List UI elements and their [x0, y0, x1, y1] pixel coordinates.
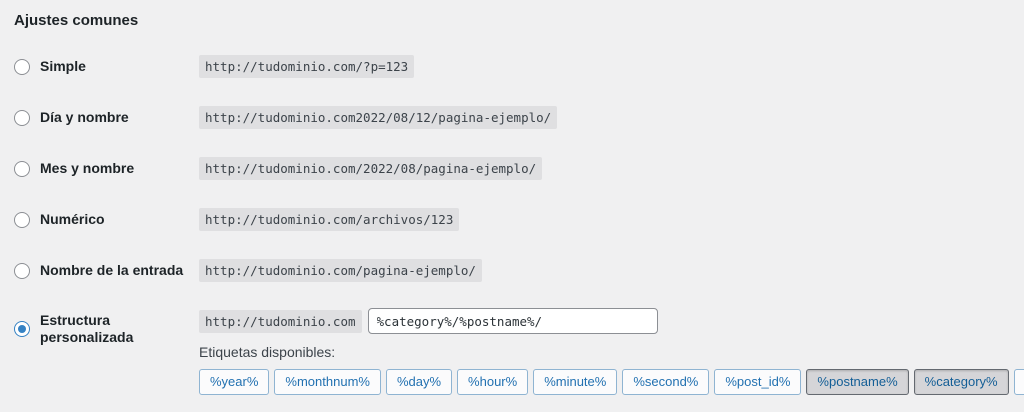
option-label-simple[interactable]: Simple	[40, 58, 86, 75]
tag-button-year[interactable]: %year%	[199, 369, 269, 395]
tag-button-category[interactable]: %category%	[914, 369, 1009, 395]
radio-button-day-name[interactable]	[14, 110, 30, 126]
available-tags-label: Etiquetas disponibles:	[199, 344, 1024, 360]
tag-button-postname[interactable]: %postname%	[806, 369, 908, 395]
option-month-name: Mes y nombre	[14, 160, 199, 177]
permalink-option-custom-structure: Estructura personalizada http://tudomini…	[14, 308, 1010, 395]
radio-button-post-name[interactable]	[14, 263, 30, 279]
radio-button-custom-structure[interactable]	[14, 321, 30, 337]
option-label-numeric[interactable]: Numérico	[40, 211, 105, 228]
permalink-option-month-name: Mes y nombre http://tudominio.com/2022/0…	[14, 157, 1010, 180]
radio-button-month-name[interactable]	[14, 161, 30, 177]
radio-button-simple[interactable]	[14, 59, 30, 75]
option-day-name: Día y nombre	[14, 109, 199, 126]
permalink-option-post-name: Nombre de la entrada http://tudominio.co…	[14, 259, 1010, 282]
available-tags-list: %year% %monthnum% %day% %hour% %minute% …	[199, 369, 1024, 395]
permalink-example-day-name: http://tudominio.com2022/08/12/pagina-ej…	[199, 106, 557, 129]
custom-structure-input[interactable]	[368, 308, 658, 334]
option-label-custom-structure[interactable]: Estructura personalizada	[40, 312, 199, 346]
permalink-option-simple: Simple http://tudominio.com/?p=123	[14, 55, 1010, 78]
permalink-settings-section: Ajustes comunes Simple http://tudominio.…	[0, 0, 1024, 412]
tag-button-day[interactable]: %day%	[386, 369, 452, 395]
tag-button-post-id[interactable]: %post_id%	[714, 369, 801, 395]
option-custom-structure: Estructura personalizada	[14, 312, 199, 346]
option-label-post-name[interactable]: Nombre de la entrada	[40, 262, 183, 279]
option-numeric: Numérico	[14, 211, 199, 228]
custom-structure-content: http://tudominio.com Etiquetas disponibl…	[199, 308, 1024, 395]
tag-button-author[interactable]: %author%	[1014, 369, 1024, 395]
option-simple: Simple	[14, 58, 199, 75]
tag-button-hour[interactable]: %hour%	[457, 369, 528, 395]
permalink-option-numeric: Numérico http://tudominio.com/archivos/1…	[14, 208, 1010, 231]
section-heading: Ajustes comunes	[14, 12, 1010, 30]
radio-button-numeric[interactable]	[14, 212, 30, 228]
tag-button-minute[interactable]: %minute%	[533, 369, 617, 395]
option-label-month-name[interactable]: Mes y nombre	[40, 160, 134, 177]
permalink-example-month-name: http://tudominio.com/2022/08/pagina-ejem…	[199, 157, 542, 180]
permalink-example-post-name: http://tudominio.com/pagina-ejemplo/	[199, 259, 482, 282]
tag-button-second[interactable]: %second%	[622, 369, 709, 395]
tag-button-monthnum[interactable]: %monthnum%	[274, 369, 381, 395]
permalink-example-simple: http://tudominio.com/?p=123	[199, 55, 414, 78]
custom-structure-line: http://tudominio.com	[199, 308, 1024, 334]
permalink-example-numeric: http://tudominio.com/archivos/123	[199, 208, 459, 231]
option-post-name: Nombre de la entrada	[14, 262, 199, 279]
permalink-option-day-name: Día y nombre http://tudominio.com2022/08…	[14, 106, 1010, 129]
option-label-day-name[interactable]: Día y nombre	[40, 109, 129, 126]
custom-structure-base-url: http://tudominio.com	[199, 310, 362, 333]
